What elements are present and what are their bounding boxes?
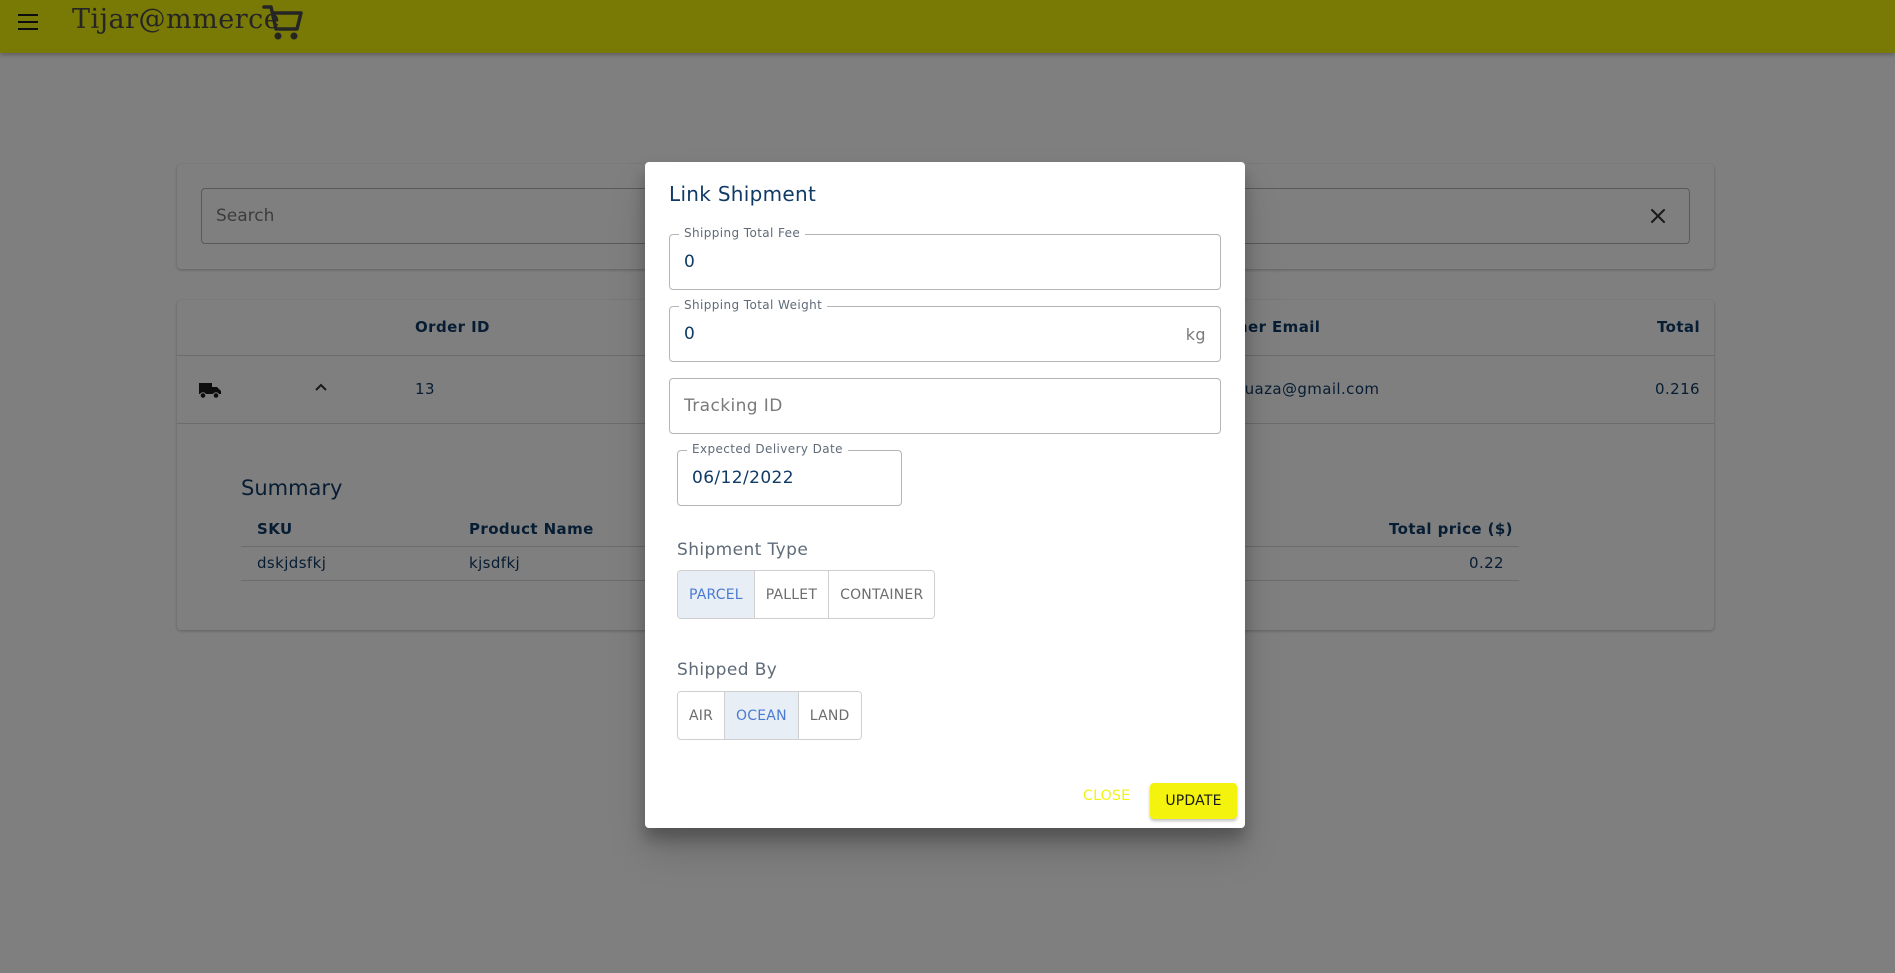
field-label: Shipping Total Weight: [679, 298, 828, 312]
toggle-ocean[interactable]: OCEAN: [725, 692, 799, 739]
field-label: Shipping Total Fee: [679, 226, 806, 240]
tracking-id-field[interactable]: Tracking ID: [669, 378, 1221, 434]
update-button[interactable]: UPDATE: [1150, 783, 1237, 819]
expected-delivery-date-field[interactable]: Expected Delivery Date 06/12/2022: [677, 442, 902, 506]
toggle-air[interactable]: AIR: [678, 692, 726, 739]
link-shipment-dialog: Link Shipment Shipping Total Fee 0 Shipp…: [645, 162, 1245, 828]
dialog-title: Link Shipment: [669, 182, 817, 206]
shipping-total-weight-field[interactable]: Shipping Total Weight 0 kg: [669, 298, 1221, 362]
field-value[interactable]: 06/12/2022: [692, 468, 794, 488]
shipped-by-label: Shipped By: [677, 660, 778, 680]
field-value[interactable]: 0: [684, 252, 695, 272]
field-placeholder[interactable]: Tracking ID: [684, 396, 783, 416]
toggle-land[interactable]: LAND: [798, 692, 861, 739]
shipping-total-fee-field[interactable]: Shipping Total Fee 0: [669, 226, 1221, 290]
close-button[interactable]: CLOSE: [1083, 788, 1130, 804]
toggle-pallet[interactable]: PALLET: [754, 571, 830, 618]
shipped-by-toggle-group: AIR OCEAN LAND: [677, 691, 862, 740]
field-value[interactable]: 0: [684, 324, 695, 344]
toggle-container[interactable]: CONTAINER: [829, 571, 935, 618]
unit-label: kg: [1185, 325, 1206, 344]
shipment-type-toggle-group: PARCEL PALLET CONTAINER: [677, 570, 936, 619]
field-label: Expected Delivery Date: [687, 442, 848, 456]
toggle-parcel[interactable]: PARCEL: [678, 571, 755, 618]
shipment-type-label: Shipment Type: [677, 540, 809, 560]
